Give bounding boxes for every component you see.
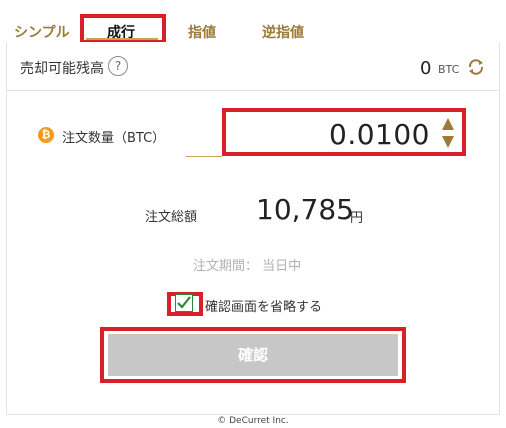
order-type-tabs: シンプル 成行 指値 逆指値 [0,0,506,42]
bitcoin-icon: ₿ [38,127,54,143]
quantity-input[interactable]: 0.0100 [222,108,466,156]
order-total-value: 10,785 [256,193,354,226]
quantity-stepper[interactable] [440,116,456,152]
section-divider [6,90,498,91]
tab-limit[interactable]: 指値 [188,22,216,42]
order-total-label: 注文総額 [145,210,198,225]
help-icon[interactable]: ? [108,56,128,76]
refresh-icon[interactable] [466,58,486,80]
decrement-arrow-icon[interactable] [442,136,454,148]
quantity-label: 注文数量（BTC） [62,131,166,146]
skip-confirm-checkbox[interactable] [175,294,193,312]
confirm-button[interactable]: 確認 [108,334,398,376]
tab-highlight-box [80,14,166,44]
footer-copyright: © DeCurret Inc. [217,416,289,426]
quantity-value[interactable]: 0.0100 [329,118,430,151]
order-total-unit: 円 [350,211,364,226]
increment-arrow-icon[interactable] [442,118,454,130]
sellable-balance-label: 売却可能残高 [20,61,104,77]
check-icon [177,296,191,309]
tab-simple[interactable]: シンプル [14,22,70,42]
sellable-balance-value: 0 [420,58,432,79]
confirm-highlight: 確認 [100,327,406,383]
skip-confirm-label: 確認画面を省略する [205,300,323,315]
quantity-underline [186,156,222,157]
sellable-balance-unit: BTC [438,63,460,76]
tab-stop[interactable]: 逆指値 [262,22,304,42]
order-period: 注文期間： 当日中 [193,259,302,274]
